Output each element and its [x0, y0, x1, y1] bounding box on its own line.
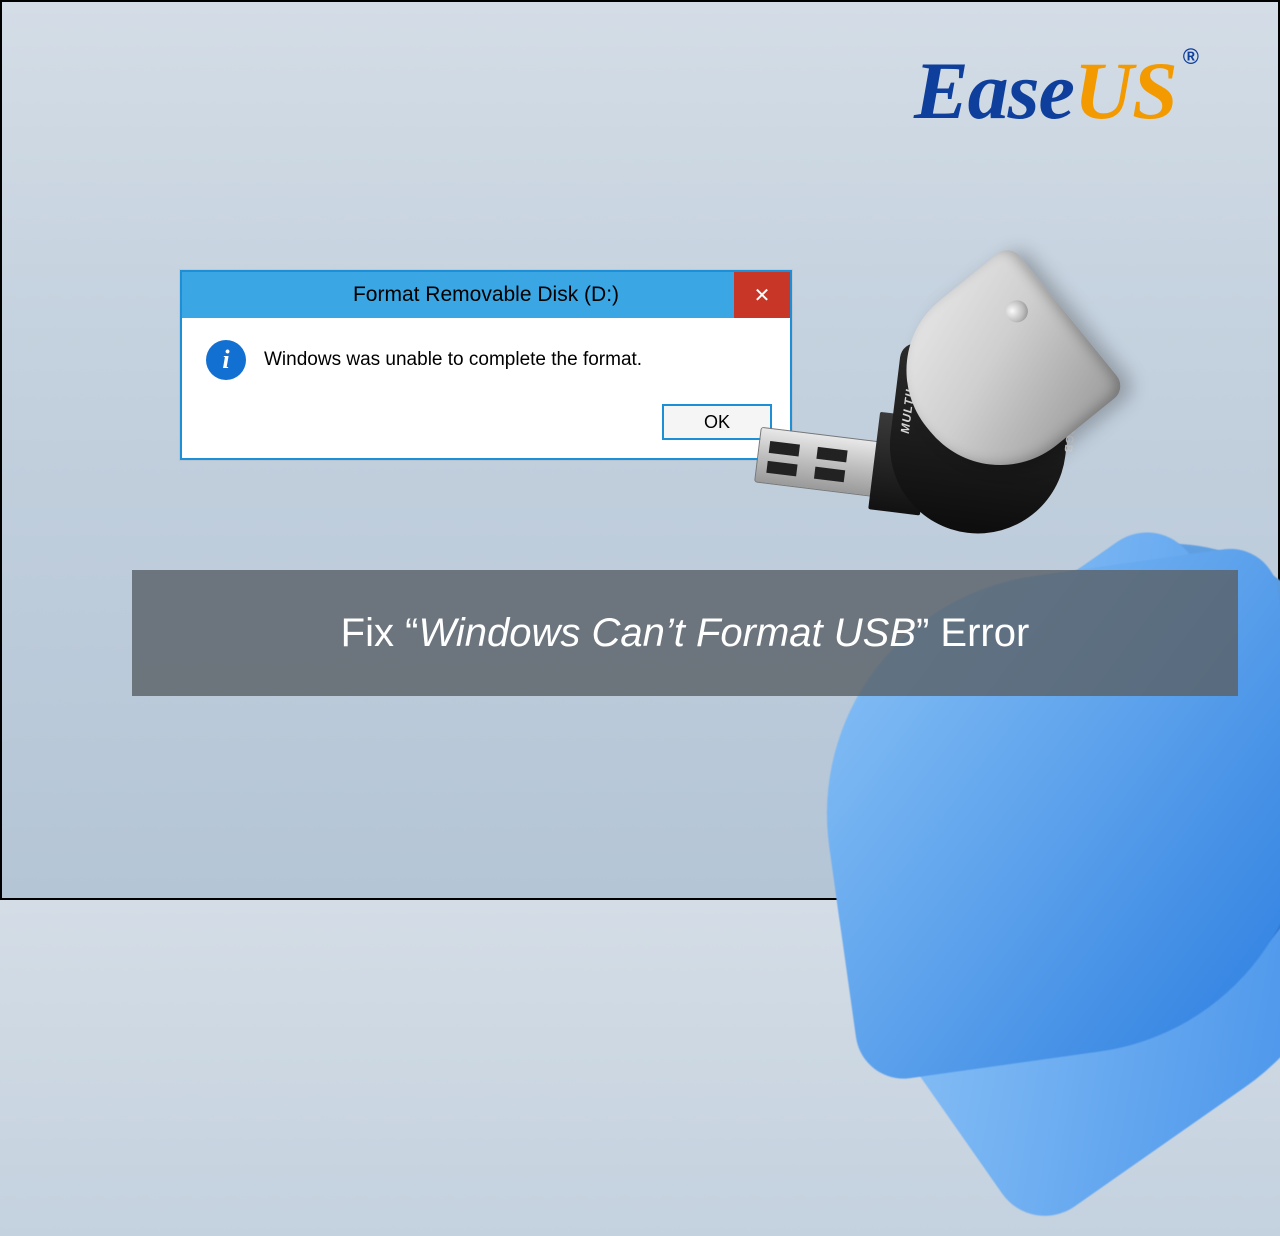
easeus-logo: EaseUS ® [914, 44, 1198, 138]
info-icon: i [206, 340, 246, 380]
headline-band: Fix “Windows Can’t Format USB” Error [132, 570, 1238, 696]
headline-prefix: Fix “ [341, 611, 419, 656]
dialog-footer: OK [182, 390, 790, 458]
headline-italic: Windows Can’t Format USB [418, 611, 916, 656]
dialog-title: Format Removable Disk (D:) [353, 283, 619, 307]
logo-part-ease: Ease [914, 44, 1074, 138]
registered-mark: ® [1183, 44, 1198, 70]
usb-drive-illustration: MULTILASER 8GB [749, 245, 1139, 548]
info-glyph: i [222, 345, 229, 375]
usb-plug [754, 427, 888, 498]
headline-text: Fix “Windows Can’t Format USB” Error [341, 611, 1030, 656]
format-error-dialog: Format Removable Disk (D:) ✕ i Windows w… [180, 270, 792, 460]
dialog-message: Windows was unable to complete the forma… [264, 349, 642, 371]
logo-part-us: US [1074, 44, 1177, 138]
dialog-body: i Windows was unable to complete the for… [182, 318, 790, 390]
dialog-titlebar: Format Removable Disk (D:) ✕ [182, 272, 790, 318]
headline-suffix: ” Error [916, 611, 1029, 656]
